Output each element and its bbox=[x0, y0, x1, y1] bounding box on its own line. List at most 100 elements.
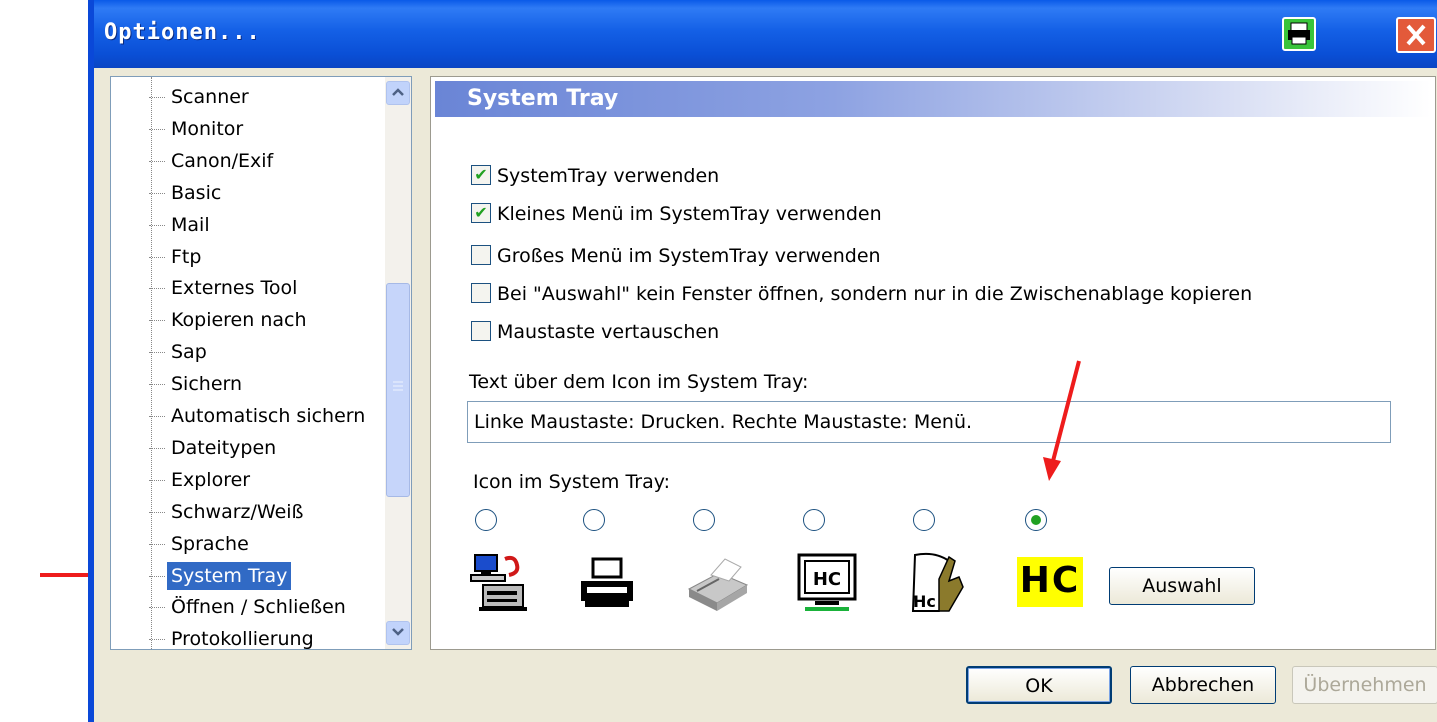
tree-item[interactable]: Sprache bbox=[149, 530, 253, 558]
tree-item[interactable]: Ftp bbox=[149, 243, 205, 271]
radio-icon-4[interactable] bbox=[803, 509, 825, 531]
checkbox[interactable]: ✔ bbox=[471, 164, 491, 185]
window-title: Optionen... bbox=[104, 20, 261, 45]
checkbox[interactable] bbox=[471, 320, 491, 341]
tree-connector bbox=[149, 288, 165, 290]
checkbox-label: Bei "Auswahl" kein Fenster öffnen, sonde… bbox=[497, 283, 1253, 305]
annotation-arrow-down bbox=[1043, 360, 1081, 481]
tree-item[interactable]: Canon/Exif bbox=[149, 147, 277, 175]
svg-text:Hc: Hc bbox=[913, 592, 936, 611]
title-bar[interactable]: Optionen... bbox=[94, 0, 1437, 68]
tree-item-label: Schwarz/Weiß bbox=[171, 500, 304, 523]
close-icon bbox=[1406, 24, 1426, 46]
icon-label: Icon im System Tray: bbox=[473, 471, 671, 493]
tree-item[interactable]: Dateitypen bbox=[149, 434, 280, 462]
cancel-button[interactable]: Abbrechen bbox=[1130, 666, 1276, 704]
chevron-up-icon bbox=[392, 88, 404, 96]
system-tray-panel: System Tray ✔ SystemTray verwenden ✔ Klein… bbox=[430, 76, 1436, 650]
tree-connector bbox=[149, 639, 165, 641]
checkbox[interactable]: ✔ bbox=[471, 202, 491, 223]
radio-icon-6[interactable] bbox=[1025, 509, 1047, 531]
checkbox-use-systemtray[interactable]: ✔ SystemTray verwenden bbox=[471, 163, 719, 189]
radio-icon-3[interactable] bbox=[693, 509, 715, 531]
printer-icon bbox=[1288, 22, 1310, 45]
tree-connector bbox=[149, 97, 165, 98]
tree-item[interactable]: Scanner bbox=[149, 83, 253, 111]
tree-item-label: Dateitypen bbox=[171, 436, 277, 459]
grip-icon bbox=[393, 381, 403, 391]
checkbox-large-menu[interactable]: Großes Menü im SystemTray verwenden bbox=[471, 243, 881, 269]
tooltip-text-input[interactable]: Linke Maustaste: Drucken. Rechte Maustas… bbox=[467, 401, 1391, 443]
tree-item-label: Protokollierung bbox=[171, 628, 314, 650]
checkbox-swap-mouse[interactable]: Maustaste vertauschen bbox=[471, 319, 719, 345]
tree-connector bbox=[149, 511, 165, 513]
print-button[interactable] bbox=[1282, 17, 1316, 51]
hc-monitor-icon: HC bbox=[797, 553, 857, 611]
checkbox[interactable] bbox=[471, 244, 491, 265]
tree-line bbox=[151, 77, 152, 649]
close-button[interactable] bbox=[1396, 17, 1436, 53]
tree-item[interactable]: Automatisch sichern bbox=[149, 402, 369, 430]
tree-connector bbox=[149, 447, 165, 449]
tree-item[interactable]: Kopieren nach bbox=[149, 306, 311, 334]
tree-connector bbox=[149, 128, 165, 130]
tree-item[interactable]: Externes Tool bbox=[149, 274, 301, 302]
options-tree[interactable]: Scanner Monitor Canon/Exif Basic Mail Ftp Exte… bbox=[110, 76, 412, 650]
auswahl-button[interactable]: Auswahl bbox=[1109, 567, 1255, 605]
tree-connector bbox=[149, 160, 165, 162]
tree-item[interactable]: Basic bbox=[149, 179, 225, 207]
ok-button[interactable]: OK bbox=[966, 666, 1112, 704]
tree-item-label: System Tray bbox=[171, 564, 288, 587]
tree-item-label: Sap bbox=[171, 341, 207, 364]
tree-item-label: Explorer bbox=[171, 468, 251, 491]
tree-item[interactable]: Explorer bbox=[149, 466, 254, 494]
tree-item[interactable]: Protokollierung bbox=[149, 625, 318, 650]
tree-connector bbox=[149, 320, 165, 322]
tree-item-label: Basic bbox=[171, 181, 222, 204]
apply-button[interactable]: Übernehmen bbox=[1292, 666, 1437, 704]
tree-connector bbox=[149, 192, 165, 194]
tree-item-label: Canon/Exif bbox=[171, 149, 274, 172]
tooltip-text-label: Text über dem Icon im System Tray: bbox=[469, 371, 809, 393]
tree-connector bbox=[149, 256, 165, 258]
tree-scrollbar[interactable] bbox=[385, 77, 411, 649]
checkbox-clipboard-only[interactable]: Bei "Auswahl" kein Fenster öffnen, sonde… bbox=[471, 281, 1252, 307]
tree-connector bbox=[149, 352, 165, 354]
tree-connector bbox=[149, 543, 165, 545]
printer-icon bbox=[581, 557, 633, 607]
grey-printer-icon bbox=[687, 558, 749, 611]
scroll-down-button[interactable] bbox=[386, 621, 410, 645]
tree-connector bbox=[149, 416, 165, 417]
tree-connector bbox=[149, 607, 165, 609]
tree-item-label: Sichern bbox=[171, 373, 243, 396]
tree-list: Scanner Monitor Canon/Exif Basic Mail Ftp Exte… bbox=[111, 77, 385, 649]
tree-item-label: Automatisch sichern bbox=[171, 405, 366, 427]
checkbox-label: Kleines Menü im SystemTray verwenden bbox=[497, 203, 882, 225]
checkbox-small-menu[interactable]: ✔ Kleines Menü im SystemTray verwenden bbox=[471, 201, 882, 227]
hc-yellow-text: HC bbox=[1019, 560, 1081, 601]
radio-icon-5[interactable] bbox=[913, 509, 935, 531]
options-window: Optionen... Scanner Monitor Canon/Exif Basi… bbox=[88, 0, 1437, 722]
scroll-up-button[interactable] bbox=[386, 81, 410, 105]
tree-item[interactable]: Sap bbox=[149, 338, 211, 366]
tree-connector bbox=[149, 224, 165, 226]
radio-icon-1[interactable] bbox=[475, 509, 497, 531]
tree-item[interactable]: Öffnen / Schließen bbox=[149, 593, 350, 621]
hc-yellow-icon: HC bbox=[1017, 557, 1083, 607]
scroll-thumb[interactable] bbox=[386, 283, 410, 497]
tree-item-label: Monitor bbox=[171, 117, 244, 140]
radio-icon-2[interactable] bbox=[583, 509, 605, 531]
tree-item[interactable]: System Tray bbox=[149, 561, 292, 590]
tree-connector bbox=[149, 384, 165, 386]
checkbox-label: SystemTray verwenden bbox=[497, 165, 720, 187]
tree-item[interactable]: Mail bbox=[149, 211, 214, 239]
tree-item[interactable]: Schwarz/Weiß bbox=[149, 498, 308, 526]
hc-hand-icon: Hc bbox=[911, 552, 964, 612]
checkbox[interactable] bbox=[471, 282, 491, 303]
svg-text:HC: HC bbox=[813, 569, 841, 590]
tree-item[interactable]: Sichern bbox=[149, 370, 246, 398]
tree-item-label: Scanner bbox=[171, 86, 249, 108]
tree-connector bbox=[149, 479, 165, 481]
tree-item[interactable]: Monitor bbox=[149, 115, 247, 143]
checkbox-label: Maustaste vertauschen bbox=[497, 321, 720, 343]
